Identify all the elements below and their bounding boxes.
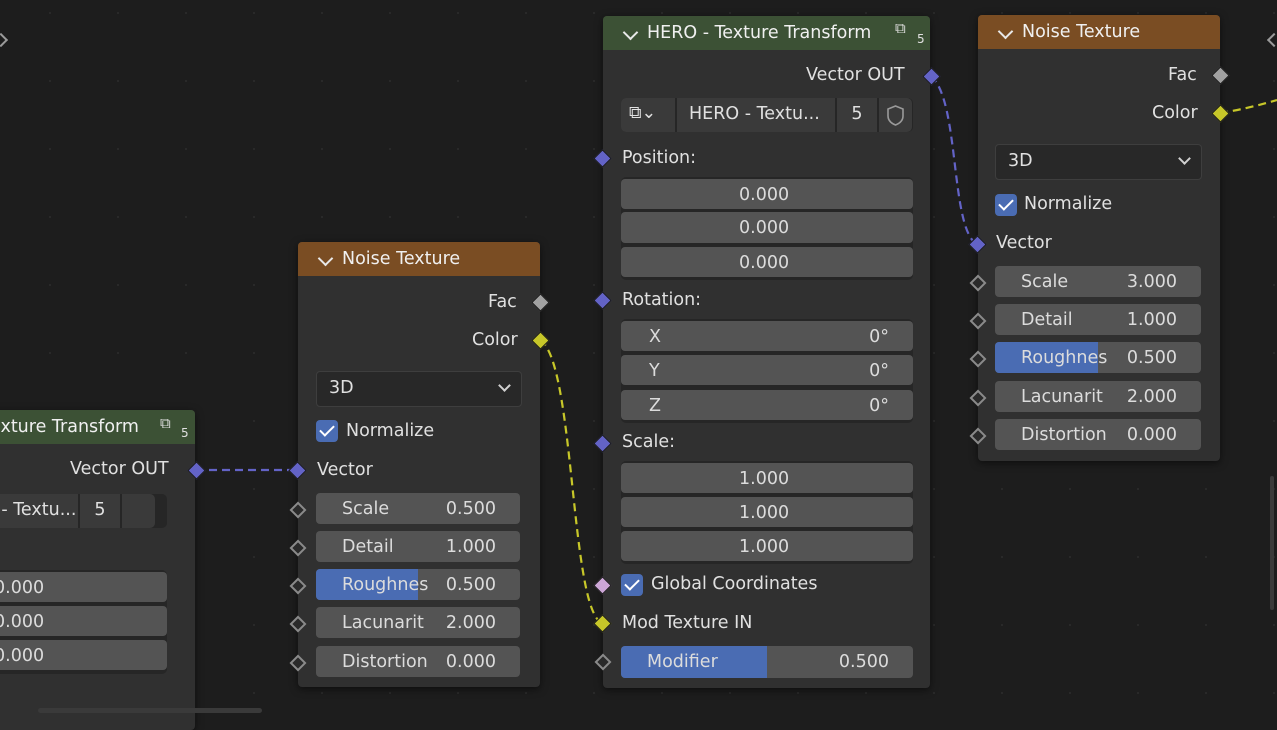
group-users-field[interactable]: 5 <box>837 98 877 132</box>
fac-label: Fac <box>488 292 517 312</box>
link-vector-hero-to-noise2 <box>930 75 978 245</box>
rotation-values: X 0° Y 0° Z 0° <box>621 319 913 423</box>
position-values: 0.000 0.000 0.000 <box>0 570 167 674</box>
vector-input-label: Vector <box>317 460 373 480</box>
color-label: Color <box>1152 103 1198 123</box>
position-x-field[interactable]: 0.000 <box>0 572 167 602</box>
output-label: Vector OUT <box>806 65 905 85</box>
position-z-field[interactable]: 0.000 <box>0 640 167 670</box>
scale-z-field[interactable]: 1.000 <box>621 531 913 561</box>
color-label: Color <box>472 330 518 350</box>
lacunarity-field[interactable]: Lacunarit 2.000 <box>995 381 1201 412</box>
scale-field[interactable]: Scale 0.500 <box>316 493 520 524</box>
node-header[interactable]: HERO - Texture Transform ⧉ 5 <box>603 16 930 50</box>
scale-values: 1.000 1.000 1.000 <box>621 461 913 564</box>
detail-field[interactable]: Detail 1.000 <box>995 304 1201 335</box>
node-header[interactable]: exture Transform ⧉ 5 <box>0 410 195 444</box>
texture-transform-group-node-left[interactable]: exture Transform ⧉ 5 Vector OUT O - Text… <box>0 410 195 730</box>
normalize-label: Normalize <box>1024 194 1113 214</box>
normalize-checkbox[interactable] <box>995 194 1017 216</box>
rotation-x-field[interactable]: X 0° <box>621 321 913 351</box>
normalize-checkbox[interactable] <box>316 420 338 442</box>
position-y-field[interactable]: 0.000 <box>0 606 167 636</box>
rotation-y-field[interactable]: Y 0° <box>621 355 913 385</box>
node-header[interactable]: Noise Texture <box>978 15 1220 49</box>
lacunarity-field[interactable]: Lacunarit 2.000 <box>316 607 520 638</box>
roughness-slider[interactable]: Roughnes 0.500 <box>995 342 1201 373</box>
vertical-scrollbar[interactable] <box>1270 476 1274 610</box>
chevron-down-icon <box>498 379 511 392</box>
mod-texture-label: Mod Texture IN <box>622 613 753 633</box>
dimension-dropdown[interactable]: 3D <box>316 371 522 407</box>
distortion-field[interactable]: Distortion 0.000 <box>995 419 1201 450</box>
node-title: exture Transform <box>0 417 139 437</box>
shield-icon <box>887 105 904 126</box>
link-color-noise1-to-hero <box>539 339 603 625</box>
group-name-field[interactable]: HERO - Textu... <box>677 98 835 132</box>
distortion-field[interactable]: Distortion 0.000 <box>316 646 520 677</box>
output-label: Vector OUT <box>70 459 169 479</box>
node-group-icon: ⧉ <box>895 19 906 37</box>
fac-label: Fac <box>1168 65 1197 85</box>
node-header[interactable]: Noise Texture <box>298 242 540 276</box>
node-group-selector[interactable]: ⧉⌄ HERO - Textu... 5 <box>621 98 913 132</box>
node-title: Noise Texture <box>1022 22 1141 42</box>
noise-texture-node-2[interactable]: Noise Texture Fac Color 3D Normalize Vec… <box>978 15 1220 461</box>
global-coordinates-checkbox[interactable] <box>621 574 643 596</box>
global-coordinates-label: Global Coordinates <box>651 574 818 594</box>
rotation-label: Rotation: <box>622 290 702 310</box>
position-x-field[interactable]: 0.000 <box>621 179 913 209</box>
link-color-noise2-offscreen <box>1219 98 1277 115</box>
collapse-chevron-icon[interactable] <box>317 250 334 267</box>
position-values: 0.000 0.000 0.000 <box>621 177 913 280</box>
scale-field[interactable]: Scale 3.000 <box>995 266 1201 297</box>
detail-field[interactable]: Detail 1.000 <box>316 531 520 562</box>
collapse-chevron-icon[interactable] <box>622 24 639 41</box>
modifier-slider[interactable]: Modifier 0.500 <box>621 646 913 678</box>
collapse-chevron-icon[interactable] <box>997 23 1014 40</box>
node-group-selector[interactable]: O - Textu... 5 <box>0 494 167 528</box>
scale-label: Scale: <box>622 432 675 452</box>
chevron-down-icon <box>1178 152 1191 165</box>
node-group-icon: ⧉ <box>160 414 171 432</box>
horizontal-scrollbar[interactable] <box>38 708 262 713</box>
noise-texture-node-1[interactable]: Noise Texture Fac Color 3D Normalize Vec… <box>298 242 540 687</box>
group-name-field[interactable]: O - Textu... <box>0 494 78 528</box>
position-label: Position: <box>622 148 697 168</box>
scale-y-field[interactable]: 1.000 <box>621 497 913 527</box>
node-tree-browse-icon[interactable]: ⧉⌄ <box>621 98 675 132</box>
node-title: Noise Texture <box>342 249 461 269</box>
normalize-label: Normalize <box>346 421 435 441</box>
position-y-field[interactable]: 0.000 <box>621 212 913 243</box>
fake-user-shield-icon[interactable] <box>879 98 912 132</box>
vector-input-label: Vector <box>996 233 1052 253</box>
user-count: 5 <box>181 426 189 440</box>
fake-user-shield-icon[interactable] <box>122 494 155 528</box>
hero-texture-transform-node[interactable]: HERO - Texture Transform ⧉ 5 Vector OUT … <box>603 16 930 688</box>
rotation-z-field[interactable]: Z 0° <box>621 390 913 420</box>
dimension-dropdown[interactable]: 3D <box>995 144 1202 180</box>
node-title: HERO - Texture Transform <box>647 23 872 43</box>
scale-x-field[interactable]: 1.000 <box>621 463 913 493</box>
user-count: 5 <box>917 32 925 46</box>
position-z-field[interactable]: 0.000 <box>621 247 913 277</box>
group-users-field[interactable]: 5 <box>80 494 120 528</box>
roughness-slider[interactable]: Roughnes 0.500 <box>316 569 520 600</box>
